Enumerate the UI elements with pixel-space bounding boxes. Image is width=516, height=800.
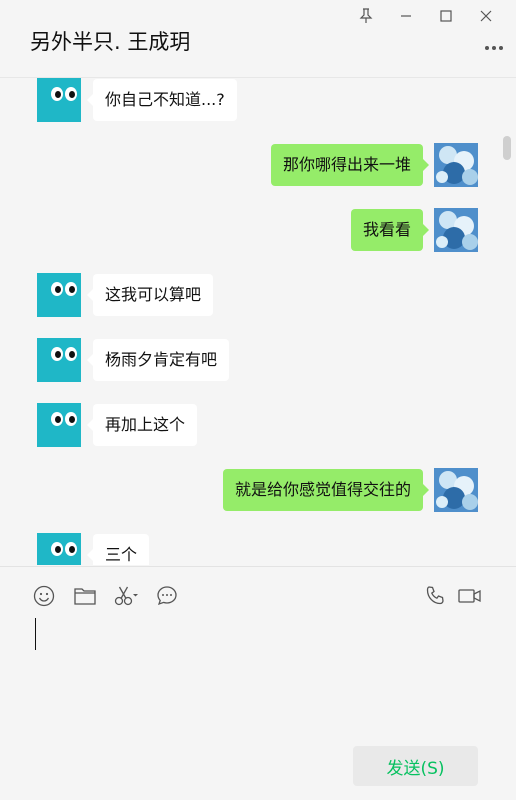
my-avatar[interactable] <box>434 208 478 252</box>
close-button[interactable] <box>466 6 506 26</box>
message-item: 你自己不知道...? <box>0 78 516 122</box>
emoji-icon <box>33 585 55 607</box>
window-controls <box>346 6 506 26</box>
emoji-button[interactable] <box>31 584 57 608</box>
message-item: 就是给你感觉值得交往的 <box>0 468 516 512</box>
message-bubble[interactable]: 那你哪得出来一堆 <box>270 144 430 186</box>
message-item: 再加上这个 <box>0 403 516 447</box>
file-button[interactable] <box>72 584 98 608</box>
maximize-icon <box>440 10 452 22</box>
send-button[interactable]: 发送(S) <box>353 746 478 786</box>
input-area: 发送(S) <box>0 566 516 800</box>
my-avatar[interactable] <box>434 143 478 187</box>
contact-avatar[interactable] <box>37 338 81 382</box>
contact-avatar[interactable] <box>37 78 81 122</box>
voice-call-button[interactable] <box>422 584 448 608</box>
contact-avatar[interactable] <box>37 533 81 565</box>
scissors-icon <box>114 586 138 606</box>
chat-history-button[interactable] <box>154 584 180 608</box>
pin-button[interactable] <box>346 6 386 26</box>
video-icon <box>458 589 481 603</box>
video-call-button[interactable] <box>457 584 483 608</box>
text-caret <box>35 618 36 650</box>
screenshot-button[interactable] <box>113 584 139 608</box>
pin-icon <box>359 8 373 23</box>
close-icon <box>480 10 492 22</box>
phone-icon <box>426 586 444 605</box>
chat-title: 另外半只. 王成玥 <box>30 30 191 54</box>
minimize-button[interactable] <box>386 6 426 26</box>
message-item: 杨雨夕肯定有吧 <box>0 338 516 382</box>
minimize-icon <box>401 15 411 17</box>
contact-avatar[interactable] <box>37 273 81 317</box>
message-list[interactable]: 你自己不知道...? 那你哪得出来一堆 我看看 这我可以算吧 杨雨夕肯定有吧 再… <box>0 78 516 565</box>
message-item: 那你哪得出来一堆 <box>0 143 516 187</box>
maximize-button[interactable] <box>426 6 466 26</box>
message-input[interactable] <box>30 613 490 733</box>
contact-avatar[interactable] <box>37 403 81 447</box>
message-bubble[interactable]: 这我可以算吧 <box>86 274 214 316</box>
message-bubble[interactable]: 杨雨夕肯定有吧 <box>86 339 230 381</box>
message-scrollbar[interactable] <box>503 136 511 160</box>
message-item: 这我可以算吧 <box>0 273 516 317</box>
folder-icon <box>74 588 96 605</box>
more-options-button[interactable] <box>482 38 506 58</box>
message-item: 三个 <box>0 533 516 565</box>
message-bubble[interactable]: 你自己不知道...? <box>87 79 237 121</box>
chat-bubble-icon <box>157 586 177 606</box>
message-bubble[interactable]: 就是给你感觉值得交往的 <box>222 469 430 511</box>
message-item: 我看看 <box>0 208 516 252</box>
chat-header: 另外半只. 王成玥 <box>0 0 516 78</box>
message-bubble[interactable]: 三个 <box>86 534 150 565</box>
my-avatar[interactable] <box>434 468 478 512</box>
more-icon <box>485 46 503 50</box>
message-bubble[interactable]: 再加上这个 <box>86 404 198 446</box>
message-bubble[interactable]: 我看看 <box>350 209 430 251</box>
